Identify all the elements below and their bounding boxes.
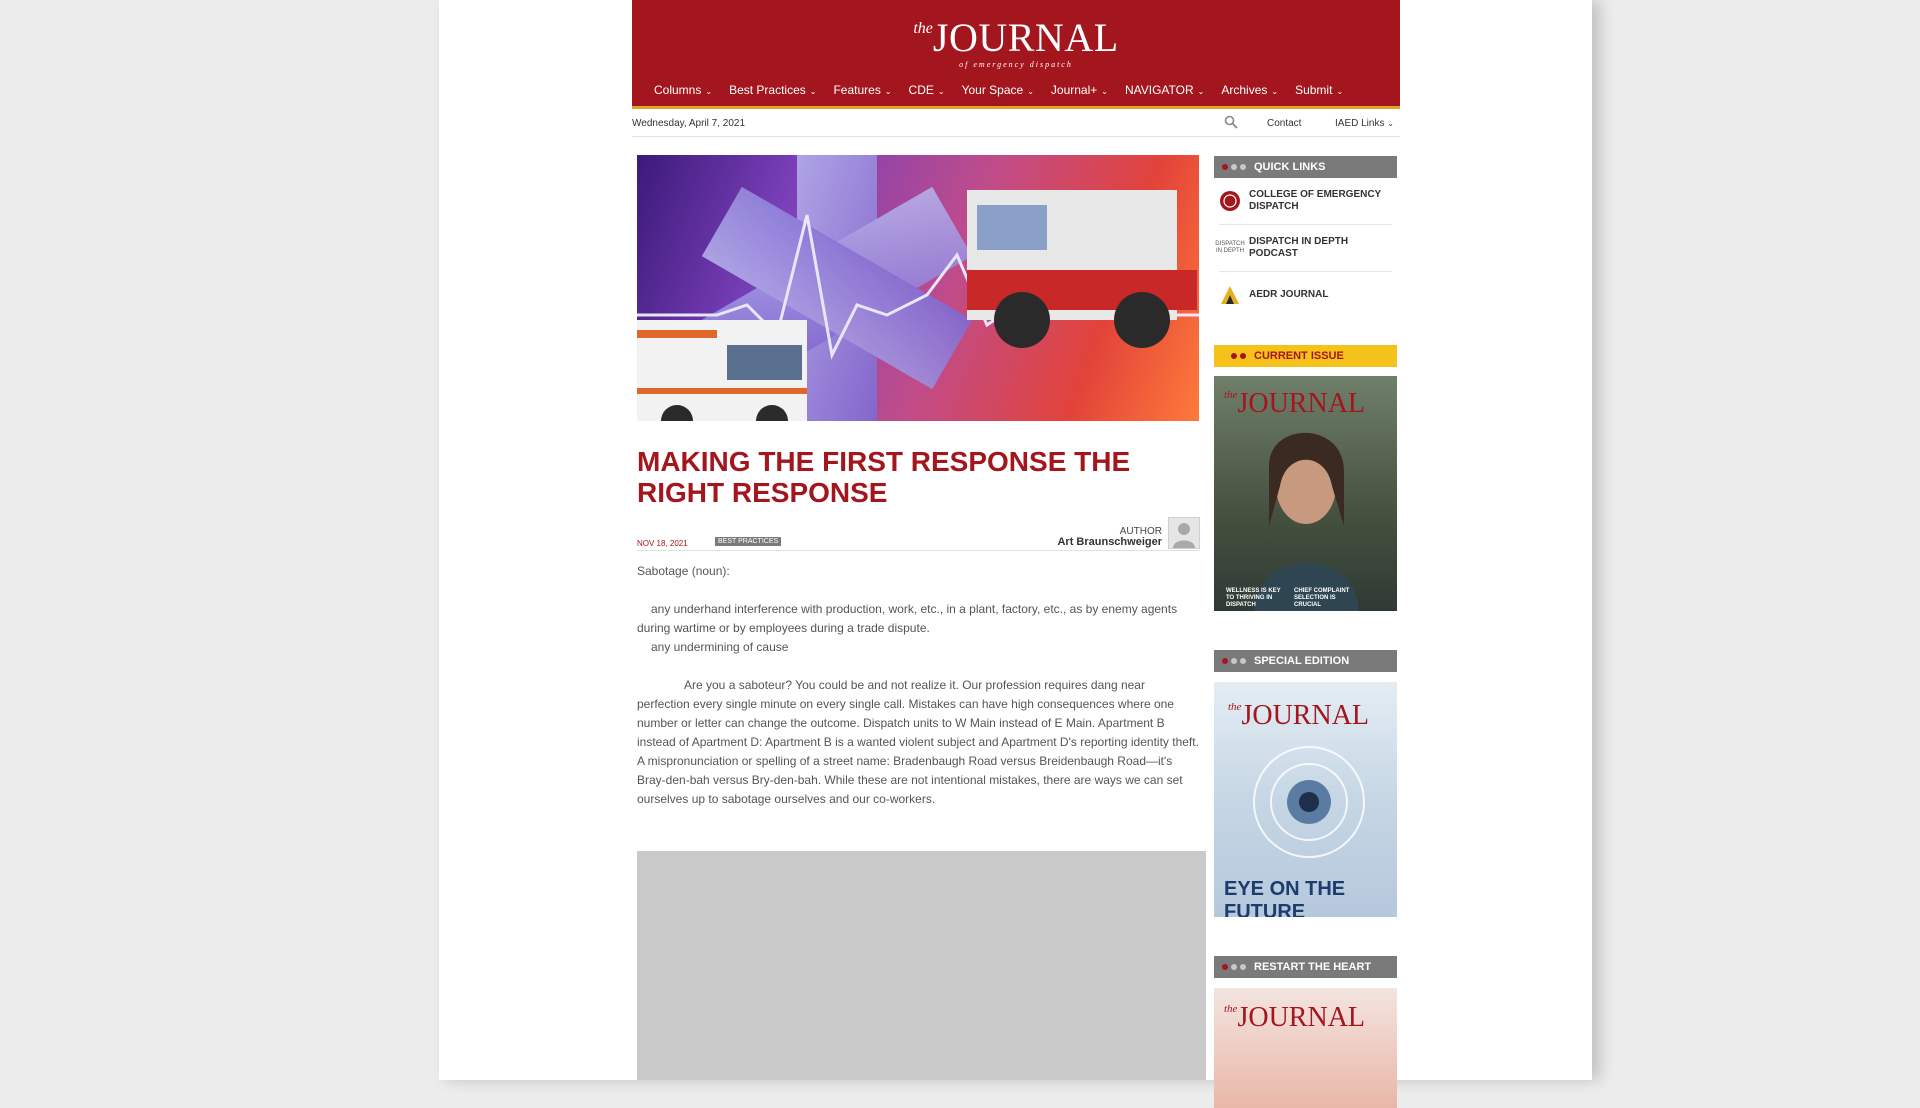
- article-title: MAKING THE FIRST RESPONSE THE RIGHT RESP…: [637, 446, 1131, 508]
- sidebar-restart-heart: RESTART THE HEART theJOURNAL: [1214, 956, 1397, 1108]
- cover-title: theJOURNAL: [1224, 1002, 1366, 1033]
- contact-link[interactable]: Contact: [1267, 118, 1301, 129]
- chevron-down-icon: ⌄: [1027, 87, 1034, 96]
- chevron-down-icon: ⌄: [705, 87, 713, 96]
- dots-icon: [1222, 658, 1246, 664]
- chevron-down-icon: ⌄: [937, 87, 945, 96]
- hero-illustration: [637, 155, 1199, 421]
- podcast-logo-icon: DISPATCH IN DEPTH: [1215, 241, 1245, 254]
- site-header: theJOURNAL of emergency dispatch Columns…: [632, 0, 1400, 109]
- fire-truck: [967, 190, 1197, 348]
- sidebar-current-issue: CURRENT ISSUE theJOURNAL WELLNESS IS KEY…: [1214, 345, 1397, 611]
- logo-word: JOURNAL: [932, 15, 1119, 60]
- site-logo[interactable]: theJOURNAL of emergency dispatch: [632, 14, 1400, 69]
- current-date: Wednesday, April 7, 2021: [632, 118, 746, 129]
- ambulance: [637, 320, 807, 421]
- chevron-down-icon: ⌄: [1271, 87, 1279, 96]
- college-seal-icon: [1219, 190, 1241, 212]
- aedr-logo-icon: [1219, 284, 1241, 306]
- main-nav: Columns ⌄ Best Practices ⌄ Features ⌄ CDE ⌄ …: [654, 83, 1343, 97]
- nav-item-journal-plus[interactable]: Journal+ ⌄: [1051, 83, 1108, 97]
- chevron-down-icon: ⌄: [884, 87, 892, 96]
- article-body: Sabotage (noun): any underhand interfere…: [637, 562, 1200, 828]
- restart-heart-cover[interactable]: theJOURNAL: [1214, 988, 1397, 1108]
- author-name[interactable]: Art Braunschweiger: [1057, 536, 1162, 548]
- dots-icon: [1222, 353, 1246, 359]
- embedded-media-placeholder[interactable]: [637, 851, 1206, 1080]
- logo-the: the: [913, 20, 933, 37]
- sidebar-item-college[interactable]: COLLEGE OF EMERGENCY DISPATCH: [1219, 178, 1392, 225]
- nav-item-columns[interactable]: Columns ⌄: [654, 83, 712, 97]
- chevron-down-icon: ⌄: [809, 87, 817, 96]
- definition-item: any undermining of cause: [651, 640, 789, 654]
- dots-icon: [1222, 164, 1246, 170]
- cover-title: theJOURNAL: [1228, 700, 1370, 731]
- quick-links-header: QUICK LINKS: [1214, 156, 1397, 178]
- restart-heart-header: RESTART THE HEART: [1214, 956, 1397, 978]
- nav-item-your-space[interactable]: Your Space ⌄: [962, 83, 1034, 97]
- dots-icon: [1222, 964, 1246, 970]
- cover-headline: CHIEF COMPLAINT SELECTION IS CRUCIAL: [1294, 588, 1350, 608]
- hero-image: [637, 155, 1199, 421]
- cover-title: theJOURNAL: [1224, 388, 1366, 419]
- chevron-down-icon: ⌄: [1387, 119, 1394, 128]
- current-issue-header: CURRENT ISSUE: [1214, 345, 1397, 367]
- iaed-links-dropdown[interactable]: IAED Links ⌄: [1335, 118, 1394, 129]
- avatar: [1168, 517, 1200, 549]
- nav-item-cde[interactable]: CDE ⌄: [909, 83, 945, 97]
- paragraph: Are you a saboteur? You could be and not…: [637, 678, 1199, 806]
- article-date: NOV 18, 2021: [637, 539, 688, 548]
- chevron-down-icon: ⌄: [1101, 87, 1108, 96]
- nav-item-archives[interactable]: Archives ⌄: [1221, 83, 1278, 97]
- utility-bar: Wednesday, April 7, 2021 Contact IAED Li…: [632, 110, 1400, 137]
- cover-headline: WELLNESS IS KEY TO THRIVING IN DISPATCH: [1226, 588, 1281, 608]
- logo-subtitle: of emergency dispatch: [959, 60, 1073, 69]
- nav-item-features[interactable]: Features ⌄: [833, 83, 891, 97]
- special-edition-header: SPECIAL EDITION: [1214, 650, 1397, 672]
- sidebar-item-podcast[interactable]: DISPATCH IN DEPTH DISPATCH IN DEPTH PODC…: [1215, 225, 1392, 272]
- chevron-down-icon: ⌄: [1336, 87, 1344, 96]
- article-meta: NOV 18, 2021 BEST PRACTICES AUTHOR Art B…: [637, 517, 1200, 551]
- sidebar-quick-links: QUICK LINKS COLLEGE OF EMERGENCY DISPATC…: [1214, 156, 1397, 318]
- sidebar-special-edition: SPECIAL EDITION theJOURNAL EYE ON THE FU…: [1214, 650, 1397, 917]
- category-badge[interactable]: BEST PRACTICES: [715, 537, 782, 546]
- search-icon[interactable]: [1224, 115, 1238, 129]
- current-issue-cover[interactable]: theJOURNAL WELLNESS IS KEY TO THRIVING I…: [1214, 376, 1397, 611]
- nav-item-best-practices[interactable]: Best Practices ⌄: [729, 83, 816, 97]
- nav-item-submit[interactable]: Submit ⌄: [1295, 83, 1343, 97]
- cover-tagline: EYE ON THE FUTURE: [1224, 878, 1346, 917]
- definition-item: any underhand interference with producti…: [637, 602, 1178, 635]
- nav-item-navigator[interactable]: NAVIGATOR ⌄: [1125, 83, 1204, 97]
- chevron-down-icon: ⌄: [1197, 87, 1205, 96]
- special-edition-cover[interactable]: theJOURNAL EYE ON THE FUTURE: [1214, 682, 1397, 917]
- user-silhouette-icon: [1173, 523, 1195, 548]
- paragraph: Sabotage (noun):: [637, 564, 730, 578]
- sidebar-item-aedr[interactable]: AEDR JOURNAL: [1219, 272, 1392, 318]
